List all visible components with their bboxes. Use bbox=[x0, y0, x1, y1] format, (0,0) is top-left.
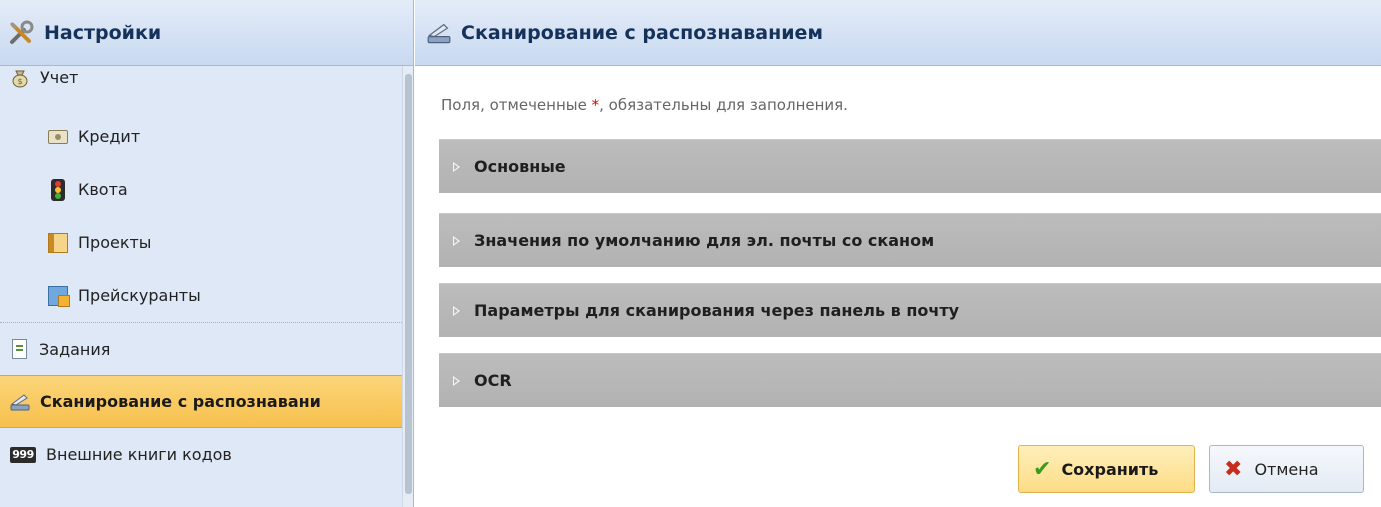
required-mark: * bbox=[591, 96, 600, 114]
settings-sidebar: Настройки $ Учет Кредит Квота Проекты Пр… bbox=[0, 0, 414, 507]
sidebar-item-accounting[interactable]: $ Учет bbox=[0, 66, 402, 110]
save-button-label: Сохранить bbox=[1061, 459, 1159, 479]
sidebar-item-projects[interactable]: Проекты bbox=[0, 216, 402, 269]
section-email-defaults[interactable]: Значения по умолчанию для эл. почты со с… bbox=[439, 213, 1381, 267]
sidebar-scrollbar-thumb[interactable] bbox=[405, 74, 412, 494]
section-label: OCR bbox=[474, 371, 512, 390]
banknote-icon bbox=[48, 129, 68, 144]
sidebar-item-tasks[interactable]: Задания bbox=[0, 322, 402, 375]
settings-tree: $ Учет Кредит Квота Проекты Прейскуранты… bbox=[0, 66, 402, 507]
expand-triangle-icon bbox=[453, 235, 460, 246]
code-book-999-icon: 999 bbox=[10, 446, 36, 463]
section-ocr[interactable]: OCR bbox=[439, 353, 1381, 407]
tools-icon bbox=[9, 20, 34, 44]
sidebar-item-credit[interactable]: Кредит bbox=[0, 110, 402, 163]
main-panel: Сканирование с распознаванием Поля, отме… bbox=[415, 0, 1381, 507]
book-icon bbox=[48, 232, 68, 253]
section-label: Основные bbox=[474, 157, 566, 176]
expand-triangle-icon bbox=[453, 161, 460, 172]
money-bag-icon: $ bbox=[12, 70, 28, 88]
sidebar-item-label: Квота bbox=[78, 180, 128, 199]
sidebar-item-label: Внешние книги кодов bbox=[46, 445, 232, 464]
required-fields-hint: Поля, отмеченные *, обязательны для запо… bbox=[441, 96, 848, 114]
close-icon: ✖ bbox=[1224, 456, 1243, 482]
sidebar-header: Настройки bbox=[0, 0, 413, 66]
document-icon bbox=[12, 339, 27, 359]
sidebar-scrollbar[interactable] bbox=[402, 66, 413, 507]
sidebar-item-price-lists[interactable]: Прейскуранты bbox=[0, 269, 402, 322]
expand-triangle-icon bbox=[453, 305, 460, 316]
sidebar-item-label: Задания bbox=[39, 339, 111, 359]
sidebar-item-label: Сканирование с распознавани bbox=[40, 392, 321, 411]
sidebar-item-label: Проекты bbox=[78, 233, 152, 252]
sidebar-item-label: Учет bbox=[40, 68, 79, 87]
traffic-light-icon bbox=[51, 178, 65, 201]
checkmark-icon: ✔ bbox=[1033, 456, 1052, 482]
scanner-icon bbox=[427, 23, 451, 43]
svg-text:$: $ bbox=[17, 77, 22, 86]
price-list-icon bbox=[48, 285, 70, 307]
cancel-button[interactable]: ✖ Отмена bbox=[1209, 445, 1364, 493]
expand-triangle-icon bbox=[453, 375, 460, 386]
sidebar-item-scan-recognition[interactable]: Сканирование с распознавани bbox=[0, 375, 402, 428]
page-title: Сканирование с распознаванием bbox=[461, 21, 823, 44]
sidebar-item-label: Прейскуранты bbox=[78, 286, 201, 305]
scanner-icon bbox=[10, 393, 30, 410]
sidebar-item-label: Кредит bbox=[78, 127, 141, 146]
section-basic[interactable]: Основные bbox=[439, 139, 1381, 193]
sidebar-item-external-code-books[interactable]: 999 Внешние книги кодов bbox=[0, 428, 402, 481]
cancel-button-label: Отмена bbox=[1254, 459, 1319, 479]
sidebar-item-quota[interactable]: Квота bbox=[0, 163, 402, 216]
sidebar-title: Настройки bbox=[44, 21, 162, 44]
section-label: Параметры для сканирования через панель … bbox=[474, 301, 960, 320]
main-header: Сканирование с распознаванием bbox=[415, 0, 1381, 66]
section-panel-scan-params[interactable]: Параметры для сканирования через панель … bbox=[439, 283, 1381, 337]
hint-text: Поля, отмеченные bbox=[441, 96, 592, 114]
save-button[interactable]: ✔ Сохранить bbox=[1018, 445, 1195, 493]
section-label: Значения по умолчанию для эл. почты со с… bbox=[474, 231, 935, 250]
hint-text: , обязательны для заполнения. bbox=[599, 96, 848, 114]
